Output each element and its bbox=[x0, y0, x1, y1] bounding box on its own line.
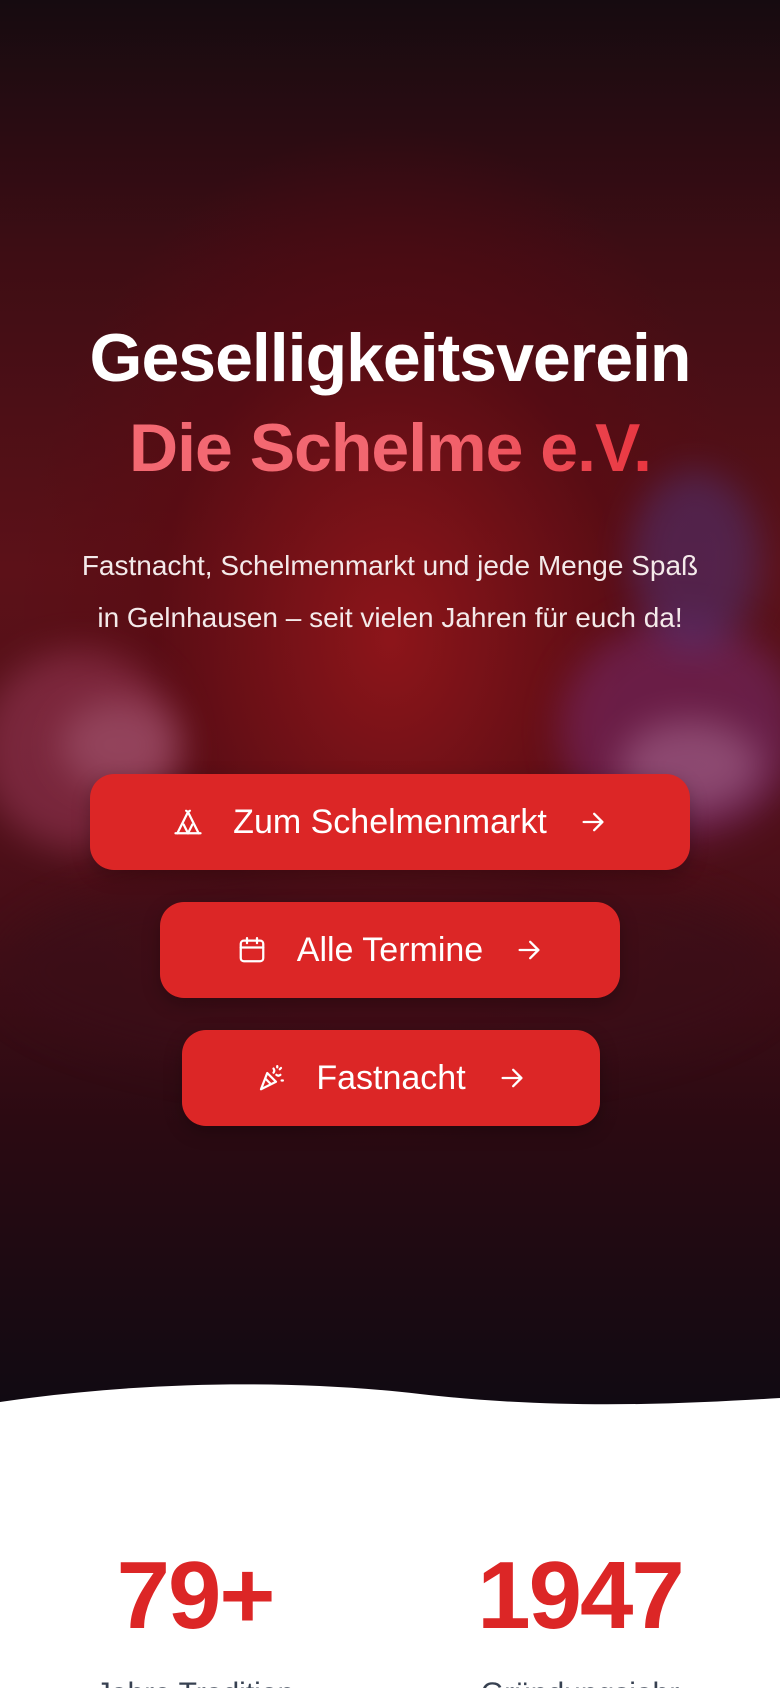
fastnacht-button-label: Fastnacht bbox=[316, 1058, 466, 1097]
party-popper-icon bbox=[256, 1063, 286, 1093]
stat-founded-value: 1947 bbox=[477, 1542, 685, 1649]
hero-subtitle: Fastnacht, Schelmenmarkt und jede Menge … bbox=[81, 550, 699, 633]
stat-years-value: 79+ bbox=[116, 1542, 276, 1649]
arrow-right-icon bbox=[579, 808, 607, 836]
arrow-right-icon bbox=[515, 936, 543, 964]
termine-button[interactable]: Alle Termine bbox=[160, 902, 620, 998]
schelmenmarkt-button-label: Zum Schelmenmarkt bbox=[233, 802, 547, 841]
schelmenmarkt-button[interactable]: Zum Schelmenmarkt bbox=[90, 774, 690, 870]
calendar-icon bbox=[237, 935, 267, 965]
hero-title-highlight: Die Schelme e.V. bbox=[0, 408, 780, 488]
hero-title: Geselligkeitsverein bbox=[89, 320, 692, 396]
fastnacht-button[interactable]: Fastnacht bbox=[182, 1030, 600, 1126]
tent-icon bbox=[173, 807, 203, 837]
wave-divider bbox=[0, 1384, 780, 1460]
termine-button-label: Alle Termine bbox=[296, 930, 484, 969]
stat-years-label: Jahre Tradition bbox=[60, 1676, 330, 1688]
hero-section: Geselligkeitsverein Die Schelme e.V. Fas… bbox=[0, 0, 780, 1420]
arrow-right-icon bbox=[498, 1064, 526, 1092]
stat-founded-label: Gründungsjahr bbox=[440, 1676, 720, 1688]
stats-section: 79+ 1947 Jahre Tradition Gründungsjahr bbox=[0, 1520, 780, 1688]
